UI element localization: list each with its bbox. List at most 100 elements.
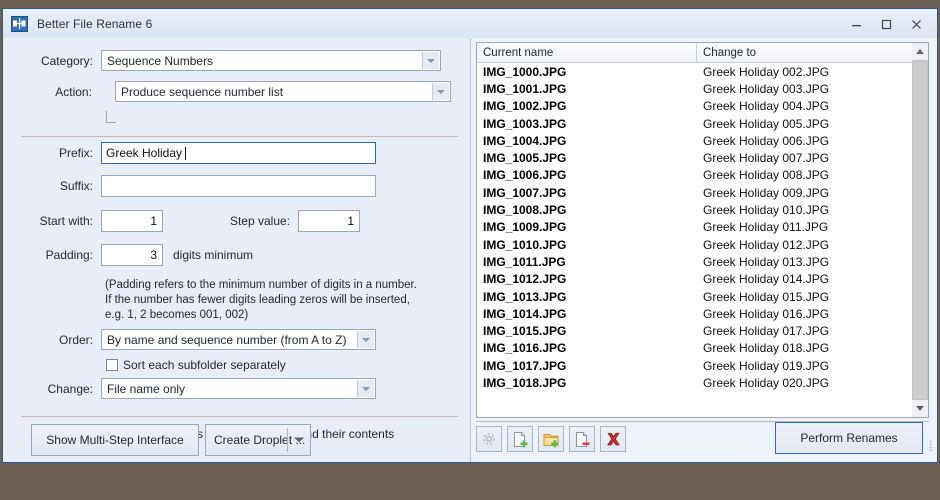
cell-change-to: Greek Holiday 004.JPG — [703, 99, 830, 114]
cell-change-to: Greek Holiday 011.JPG — [703, 220, 829, 235]
table-row[interactable]: IMG_1005.JPG Greek Holiday 007.JPG — [477, 149, 928, 166]
suffix-input[interactable] — [101, 175, 376, 197]
rename-app-icon — [11, 15, 28, 32]
cell-change-to: Greek Holiday 005.JPG — [703, 116, 830, 131]
category-select[interactable]: Sequence Numbers — [101, 50, 441, 71]
scrollbar-thumb[interactable] — [912, 60, 928, 400]
padding-value: 3 — [150, 248, 157, 262]
table-row[interactable]: IMG_1018.JPG Greek Holiday 020.JPG — [477, 374, 928, 391]
step-value-value: 1 — [347, 214, 354, 228]
resize-grip[interactable] — [929, 440, 933, 452]
suffix-label: Suffix: — [59, 179, 93, 193]
action-select[interactable]: Produce sequence number list — [114, 81, 451, 102]
prefix-input[interactable]: Greek Holiday — [101, 142, 376, 164]
step-value-label: Step value: — [229, 214, 290, 228]
file-list-panel: Current name Change to IMG_1000.JPG Greek… — [471, 38, 937, 462]
cell-change-to: Greek Holiday 020.JPG — [703, 375, 830, 390]
table-row[interactable]: IMG_1002.JPG Greek Holiday 004.JPG — [477, 98, 928, 115]
list-vertical-scrollbar[interactable] — [912, 42, 929, 418]
chevron-down-icon[interactable] — [422, 52, 439, 69]
table-row[interactable]: IMG_1008.JPG Greek Holiday 010.JPG — [477, 201, 928, 218]
checkbox-box[interactable] — [106, 359, 118, 371]
column-header-change-to[interactable]: Change to — [697, 43, 928, 62]
table-row[interactable]: IMG_1009.JPG Greek Holiday 011.JPG — [477, 219, 928, 236]
list-header: Current name Change to — [477, 43, 928, 63]
cell-current-name: IMG_1005.JPG — [483, 151, 567, 166]
cell-change-to: Greek Holiday 017.JPG — [703, 324, 830, 339]
rename-preview-list[interactable]: Current name Change to IMG_1000.JPG Greek… — [476, 42, 929, 418]
scroll-down-button[interactable] — [912, 400, 928, 417]
change-label: Change: — [47, 381, 93, 396]
add-file-icon[interactable] — [507, 426, 533, 452]
category-row: Category: Sequence Numbers — [3, 50, 451, 71]
table-row[interactable]: IMG_1015.JPG Greek Holiday 017.JPG — [477, 322, 928, 339]
settings-gear-icon[interactable] — [476, 426, 502, 452]
scroll-up-button[interactable] — [912, 43, 928, 60]
cell-change-to: Greek Holiday 002.JPG — [703, 64, 830, 79]
cell-current-name: IMG_1014.JPG — [483, 306, 567, 321]
column-header-current-name[interactable]: Current name — [477, 43, 697, 62]
close-button[interactable] — [901, 13, 931, 35]
prefix-row: Prefix: Greek Holiday — [3, 142, 451, 164]
padding-input[interactable]: 3 — [101, 244, 163, 266]
clear-all-icon[interactable] — [600, 426, 626, 452]
cell-change-to: Greek Holiday 012.JPG — [703, 237, 830, 252]
table-row[interactable]: IMG_1012.JPG Greek Holiday 014.JPG — [477, 271, 928, 288]
list-toolbar — [476, 426, 626, 452]
cell-current-name: IMG_1017.JPG — [483, 358, 567, 373]
cell-change-to: Greek Holiday 013.JPG — [703, 254, 830, 269]
cell-current-name: IMG_1009.JPG — [483, 220, 567, 235]
cell-current-name: IMG_1001.JPG — [483, 81, 567, 96]
chevron-down-icon[interactable] — [357, 380, 374, 397]
padding-hint-line-3: e.g. 1, 2 becomes 001, 002) — [105, 309, 249, 321]
table-row[interactable]: IMG_1000.JPG Greek Holiday 002.JPG — [477, 63, 928, 80]
cell-current-name: IMG_1003.JPG — [483, 116, 567, 131]
table-row[interactable]: IMG_1017.JPG Greek Holiday 019.JPG — [477, 357, 928, 374]
action-row: Action: Produce sequence number list — [3, 81, 451, 102]
table-row[interactable]: IMG_1013.JPG Greek Holiday 015.JPG — [477, 288, 928, 305]
sort-subfolder-checkbox[interactable]: Sort each subfolder separately — [106, 358, 286, 372]
table-row[interactable]: IMG_1004.JPG Greek Holiday 006.JPG — [477, 132, 928, 149]
change-select[interactable]: File name only — [101, 378, 376, 399]
table-row[interactable]: IMG_1016.JPG Greek Holiday 018.JPG — [477, 340, 928, 357]
table-row[interactable]: IMG_1014.JPG Greek Holiday 016.JPG — [477, 305, 928, 322]
window-controls — [841, 13, 931, 35]
cell-current-name: IMG_1018.JPG — [483, 375, 567, 390]
padding-hint-line-2: If the number has fewer digits leading z… — [105, 294, 410, 306]
cell-change-to: Greek Holiday 006.JPG — [703, 133, 830, 148]
order-select[interactable]: By name and sequence number (from A to Z… — [101, 329, 376, 350]
table-row[interactable]: IMG_1010.JPG Greek Holiday 012.JPG — [477, 236, 928, 253]
step-value-input[interactable]: 1 — [298, 210, 360, 232]
minimize-button[interactable] — [841, 13, 871, 35]
perform-renames-button[interactable]: Perform Renames — [775, 422, 923, 454]
start-with-input[interactable]: 1 — [101, 210, 163, 232]
table-row[interactable]: IMG_1011.JPG Greek Holiday 013.JPG — [477, 253, 928, 270]
maximize-button[interactable] — [871, 13, 901, 35]
cell-change-to: Greek Holiday 016.JPG — [703, 306, 830, 321]
padding-label: Padding: — [45, 248, 93, 262]
table-row[interactable]: IMG_1006.JPG Greek Holiday 008.JPG — [477, 167, 928, 184]
cell-change-to: Greek Holiday 018.JPG — [703, 341, 830, 356]
table-row[interactable]: IMG_1003.JPG Greek Holiday 005.JPG — [477, 115, 928, 132]
create-droplet-label: Create Droplet ... — [214, 433, 306, 447]
chevron-down-icon[interactable] — [432, 83, 449, 100]
list-rows: IMG_1000.JPG Greek Holiday 002.JPG IMG_100… — [477, 63, 928, 417]
show-multi-step-interface-button[interactable]: Show Multi-Step Interface — [31, 424, 199, 456]
change-value: File name only — [107, 381, 186, 396]
create-droplet-button[interactable]: Create Droplet ... — [205, 424, 311, 456]
sort-subfolder-label: Sort each subfolder separately — [123, 358, 286, 372]
cell-current-name: IMG_1000.JPG — [483, 64, 567, 79]
cell-current-name: IMG_1007.JPG — [483, 185, 567, 200]
table-row[interactable]: IMG_1007.JPG Greek Holiday 009.JPG — [477, 184, 928, 201]
table-row[interactable]: IMG_1001.JPG Greek Holiday 003.JPG — [477, 80, 928, 97]
order-value: By name and sequence number (from A to Z… — [107, 332, 347, 347]
options-panel: Category: Sequence Numbers Action: Produ… — [3, 38, 471, 462]
padding-units-label: digits minimum — [173, 248, 254, 262]
remove-file-icon[interactable] — [569, 426, 595, 452]
order-row: Order: By name and sequence number (from… — [3, 329, 376, 350]
cell-change-to: Greek Holiday 015.JPG — [703, 289, 830, 304]
add-folder-icon[interactable] — [538, 426, 564, 452]
chevron-down-icon[interactable] — [294, 437, 304, 443]
chevron-down-icon[interactable] — [357, 331, 374, 348]
prefix-label: Prefix: — [58, 146, 93, 160]
